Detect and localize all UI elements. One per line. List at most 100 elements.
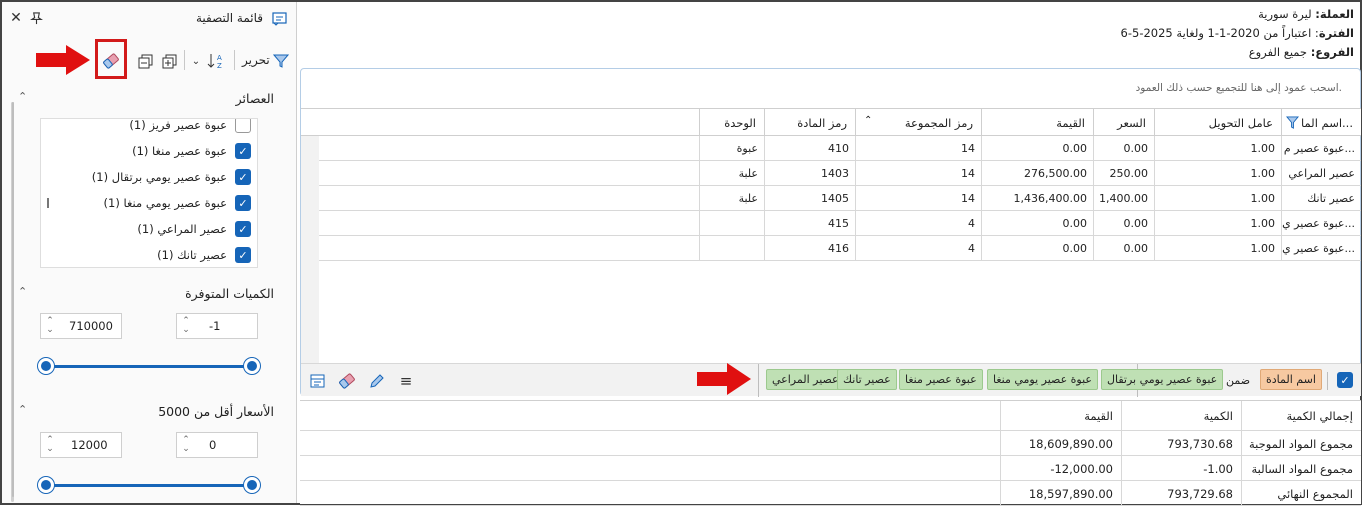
cell-price[interactable]: 0.00: [1093, 236, 1154, 261]
cell-item-name[interactable]: عبوة عصير ي...: [1281, 211, 1361, 236]
cell-conversion-factor[interactable]: 1.00: [1154, 186, 1281, 211]
totals-cell-value[interactable]: 18,609,890.00: [1000, 431, 1121, 456]
totals-cell-label[interactable]: المجموع النهائي: [1241, 481, 1361, 506]
cell-group-code[interactable]: 14: [855, 161, 981, 186]
column-header-value[interactable]: القيمة: [981, 109, 1093, 137]
table-row[interactable]: مجموع المواد السالبة -1.00 -12,000.00: [300, 456, 1361, 481]
cell-item-name[interactable]: عبوة عصير ي...: [1281, 236, 1361, 261]
filter-option-checkbox[interactable]: [235, 119, 251, 133]
filter-value-tag[interactable]: عبوة عصير منغا: [899, 369, 983, 390]
cell-conversion-factor[interactable]: 1.00: [1154, 161, 1281, 186]
slider-knob-right[interactable]: [244, 477, 260, 493]
filter-value-tag[interactable]: عبوة عصير يومي منغا: [987, 369, 1098, 390]
edit-filter-pencil-icon[interactable]: [367, 372, 385, 390]
column-filter-icon[interactable]: [1285, 116, 1300, 132]
column-header-conversion-factor[interactable]: عامل التحويل: [1154, 109, 1281, 137]
cell-price[interactable]: 250.00: [1093, 161, 1154, 186]
cell-unit[interactable]: [699, 236, 764, 261]
filter-option-checkbox[interactable]: ✓: [235, 195, 251, 211]
filter-option-checkbox[interactable]: ✓: [235, 169, 251, 185]
totals-header-value[interactable]: القيمة: [1000, 401, 1121, 431]
cell-group-code[interactable]: 4: [855, 236, 981, 261]
cell-item-code[interactable]: 416: [764, 236, 855, 261]
collapse-all-icon[interactable]: [136, 52, 154, 70]
cell-item-name[interactable]: عبوة عصير م...: [1281, 136, 1361, 161]
cell-item-code[interactable]: 1403: [764, 161, 855, 186]
stepper-arrows-icon[interactable]: ⌃ ⌄: [177, 317, 195, 335]
price-min-value[interactable]: 0: [209, 438, 216, 452]
totals-cell-quantity[interactable]: 793,730.68: [1121, 431, 1241, 456]
cell-conversion-factor[interactable]: 1.00: [1154, 211, 1281, 236]
cell-unit[interactable]: عبوة: [699, 136, 764, 161]
filter-operator[interactable]: ضمن: [1226, 374, 1250, 387]
collapse-section-icon[interactable]: ⌃: [18, 90, 27, 103]
cell-item-name[interactable]: عصير تانك: [1281, 186, 1361, 211]
group-panel-hint[interactable]: اسحب عمود إلى هنا للتجميع حسب ذلك العمود…: [1136, 82, 1342, 94]
cell-price[interactable]: 0.00: [1093, 136, 1154, 161]
cell-price[interactable]: 0.00: [1093, 211, 1154, 236]
slider-knob-right[interactable]: [244, 358, 260, 374]
column-header-unit[interactable]: الوحدة: [699, 109, 764, 137]
cell-value[interactable]: 1,436,400.00: [981, 186, 1093, 211]
table-row[interactable]: مجموع المواد الموجبة 793,730.68 18,609,890…: [300, 431, 1361, 456]
sort-az-icon[interactable]: AZ: [206, 51, 228, 71]
filter-value-tag[interactable]: عصير تانك: [837, 369, 897, 390]
filter-option[interactable]: عبوة عصير منغا (1) ✓: [132, 140, 251, 162]
cell-unit[interactable]: [699, 211, 764, 236]
slider-knob-left[interactable]: [38, 358, 54, 374]
totals-header-total-qty[interactable]: إجمالي الكمية: [1241, 401, 1361, 431]
collapse-section-icon[interactable]: ⌃: [18, 285, 27, 298]
column-header-item-code[interactable]: رمز المادة: [764, 109, 855, 137]
pin-icon[interactable]: [28, 10, 44, 26]
price-max-stepper[interactable]: ⌃ ⌄ 12000: [40, 432, 122, 458]
list-scroll-indicator[interactable]: [47, 198, 49, 208]
table-row[interactable]: المجموع النهائي 793,729.68 18,597,890.00: [300, 481, 1361, 506]
column-header-item-name[interactable]: اسم الما...: [1281, 109, 1361, 137]
collapse-section-icon[interactable]: ⌃: [18, 403, 27, 416]
table-row[interactable]: عصير المراعي 1.00 250.00 276,500.00 14 1403 عل…: [319, 161, 1361, 186]
cell-item-code[interactable]: 415: [764, 211, 855, 236]
cell-group-code[interactable]: 14: [855, 136, 981, 161]
cell-group-code[interactable]: 14: [855, 186, 981, 211]
stepper-arrows-icon[interactable]: ⌃ ⌄: [41, 436, 59, 454]
cell-value[interactable]: 0.00: [981, 136, 1093, 161]
menu-icon[interactable]: ≡: [397, 372, 415, 390]
totals-cell-quantity[interactable]: -1.00: [1121, 456, 1241, 481]
totals-cell-quantity[interactable]: 793,729.68: [1121, 481, 1241, 506]
table-row[interactable]: عبوة عصير م... 1.00 0.00 0.00 14 410 عبوة: [319, 136, 1361, 161]
filter-option-checkbox[interactable]: ✓: [235, 247, 251, 263]
filter-field-tag[interactable]: اسم المادة: [1260, 369, 1322, 390]
price-max-value[interactable]: 12000: [71, 438, 108, 452]
filter-option-checkbox[interactable]: ✓: [235, 143, 251, 159]
stepper-arrows-icon[interactable]: ⌃ ⌄: [41, 317, 59, 335]
clear-filter-eraser-icon[interactable]: [337, 372, 357, 390]
quantity-min-value[interactable]: -1: [209, 319, 220, 333]
totals-header-quantity[interactable]: الكمية: [1121, 401, 1241, 431]
filter-option[interactable]: عصير المراعي (1) ✓: [137, 218, 251, 240]
panel-scrollbar-thumb[interactable]: [12, 102, 14, 497]
cell-item-code[interactable]: 410: [764, 136, 855, 161]
filter-option[interactable]: عصير تانك (1) ✓: [157, 244, 251, 266]
expand-all-icon[interactable]: [160, 52, 178, 70]
cell-value[interactable]: 276,500.00: [981, 161, 1093, 186]
edit-button[interactable]: تحرير: [242, 53, 270, 67]
stepper-arrows-icon[interactable]: ⌃ ⌄: [177, 436, 195, 454]
cell-group-code[interactable]: 4: [855, 211, 981, 236]
customize-grid-icon[interactable]: [309, 372, 327, 390]
column-header-price[interactable]: السعر: [1093, 109, 1154, 137]
cell-value[interactable]: 0.00: [981, 236, 1093, 261]
close-icon[interactable]: ✕: [8, 10, 24, 26]
table-row[interactable]: عصير تانك 1.00 1,400.00 1,436,400.00 14 1405 ع…: [319, 186, 1361, 211]
cell-conversion-factor[interactable]: 1.00: [1154, 236, 1281, 261]
filter-value-tag[interactable]: عبوة عصير يومي برتقال: [1101, 369, 1224, 390]
filter-option[interactable]: عبوة عصير يومي برتقال (1) ✓: [92, 166, 251, 188]
filter-edit-icon[interactable]: [272, 52, 290, 70]
table-row[interactable]: عبوة عصير ي... 1.00 0.00 0.00 4 415: [319, 211, 1361, 236]
totals-cell-value[interactable]: -12,000.00: [1000, 456, 1121, 481]
cell-unit[interactable]: علبة: [699, 161, 764, 186]
filter-enabled-checkbox[interactable]: ✓: [1337, 372, 1353, 388]
quantity-max-value[interactable]: 710000: [69, 319, 113, 333]
cell-value[interactable]: 0.00: [981, 211, 1093, 236]
cell-item-name[interactable]: عصير المراعي: [1281, 161, 1361, 186]
cell-price[interactable]: 1,400.00: [1093, 186, 1154, 211]
